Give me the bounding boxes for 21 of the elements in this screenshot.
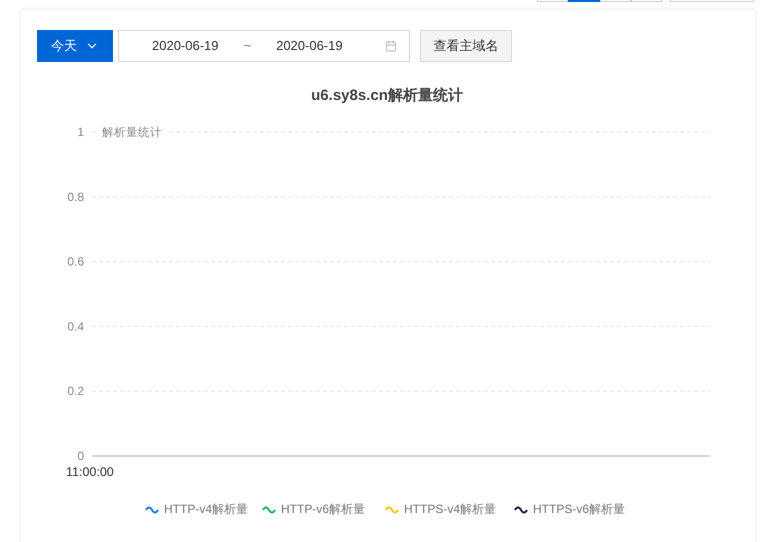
date-separator: ~ <box>244 37 252 56</box>
y-tick-label: 0.2 <box>67 384 84 398</box>
legend-label[interactable]: HTTPS-v6解析量 <box>533 502 626 516</box>
y-tick-label: 0.6 <box>67 254 84 269</box>
y-tick-label: 1 <box>77 125 84 139</box>
range-dropdown-button[interactable]: 今天 <box>37 30 113 62</box>
view-domain-button[interactable]: 查看主域名 <box>420 30 512 62</box>
chart-title: u6.sy8s.cn解析量统计 <box>311 87 463 104</box>
start-date: 2020-06-19 <box>152 37 218 56</box>
y-tick-label: 0 <box>77 449 84 463</box>
legend-wave-icon[interactable] <box>514 506 528 514</box>
x-tick-label: 11:00:00 <box>66 465 114 479</box>
calendar-icon <box>385 40 397 52</box>
y-axis-label: 解析量统计 <box>102 127 162 139</box>
y-tick-label: 0.4 <box>67 319 84 334</box>
y-tick-label: 0.8 <box>67 190 84 204</box>
date-range-field[interactable]: 2020-06-19 ~ 2020-06-19 <box>118 30 410 62</box>
legend-label[interactable]: HTTP-v4解析量 <box>164 502 248 516</box>
legend-label[interactable]: HTTPS-v4解析量 <box>404 502 496 516</box>
legend-label[interactable]: HTTP-v6解析量 <box>281 502 365 516</box>
end-date: 2020-06-19 <box>276 37 343 56</box>
